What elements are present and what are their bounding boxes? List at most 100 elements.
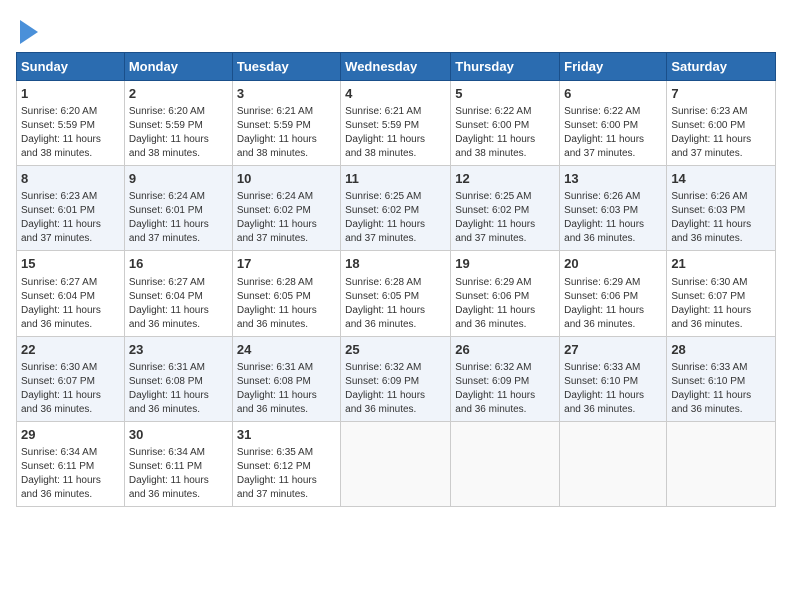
day-number: 16 (129, 255, 228, 273)
day-number: 18 (345, 255, 446, 273)
day-number: 28 (671, 341, 771, 359)
day-info: Sunrise: 6:30 AM Sunset: 6:07 PM Dayligh… (671, 276, 771, 332)
day-number: 5 (455, 85, 555, 103)
calendar-cell: 5Sunrise: 6:22 AM Sunset: 6:00 PM Daylig… (451, 81, 560, 166)
calendar-cell: 29 Sunrise: 6:34 AM Sunset: 6:11 PM Dayli… (17, 421, 125, 506)
calendar-cell: 8 Sunrise: 6:23 AM Sunset: 6:01 PM Daylig… (17, 166, 125, 251)
calendar-cell: 4 Sunrise: 6:21 AM Sunset: 5:59 PM Daylig… (341, 81, 451, 166)
day-number: 29 (21, 426, 120, 444)
day-number: 20 (564, 255, 662, 273)
day-info: Sunrise: 6:22 AM Sunset: 6:00 PM Dayligh… (564, 105, 662, 161)
calendar-week-row: 8 Sunrise: 6:23 AM Sunset: 6:01 PM Daylig… (17, 166, 776, 251)
calendar-cell: 27Sunrise: 6:33 AM Sunset: 6:10 PM Dayli… (560, 336, 667, 421)
day-info: Sunrise: 6:20 AM Sunset: 5:59 PM Dayligh… (21, 105, 120, 161)
day-info: Sunrise: 6:28 AM Sunset: 6:05 PM Dayligh… (345, 276, 446, 332)
day-info: Sunrise: 6:21 AM Sunset: 5:59 PM Dayligh… (345, 105, 446, 161)
day-number: 13 (564, 170, 662, 188)
day-number: 25 (345, 341, 446, 359)
day-number: 7 (671, 85, 771, 103)
day-header-tuesday: Tuesday (232, 53, 340, 81)
day-number: 9 (129, 170, 228, 188)
day-info: Sunrise: 6:33 AM Sunset: 6:10 PM Dayligh… (671, 361, 771, 417)
day-info: Sunrise: 6:31 AM Sunset: 6:08 PM Dayligh… (129, 361, 228, 417)
calendar-cell: 1Sunrise: 6:20 AM Sunset: 5:59 PM Daylig… (17, 81, 125, 166)
calendar-cell: 18 Sunrise: 6:28 AM Sunset: 6:05 PM Dayli… (341, 251, 451, 336)
day-number: 11 (345, 170, 446, 188)
day-number: 22 (21, 341, 120, 359)
day-info: Sunrise: 6:25 AM Sunset: 6:02 PM Dayligh… (455, 190, 555, 246)
calendar-cell: 9 Sunrise: 6:24 AM Sunset: 6:01 PM Daylig… (124, 166, 232, 251)
day-info: Sunrise: 6:31 AM Sunset: 6:08 PM Dayligh… (237, 361, 336, 417)
day-info: Sunrise: 6:29 AM Sunset: 6:06 PM Dayligh… (564, 276, 662, 332)
page-header (16, 16, 776, 44)
day-info: Sunrise: 6:21 AM Sunset: 5:59 PM Dayligh… (237, 105, 336, 161)
calendar-cell: 25 Sunrise: 6:32 AM Sunset: 6:09 PM Dayli… (341, 336, 451, 421)
calendar-cell: 26 Sunrise: 6:32 AM Sunset: 6:09 PM Dayli… (451, 336, 560, 421)
calendar-cell: 12 Sunrise: 6:25 AM Sunset: 6:02 PM Dayli… (451, 166, 560, 251)
day-info: Sunrise: 6:23 AM Sunset: 6:00 PM Dayligh… (671, 105, 771, 161)
day-info: Sunrise: 6:30 AM Sunset: 6:07 PM Dayligh… (21, 361, 120, 417)
day-info: Sunrise: 6:29 AM Sunset: 6:06 PM Dayligh… (455, 276, 555, 332)
calendar-cell (341, 421, 451, 506)
calendar-cell: 19 Sunrise: 6:29 AM Sunset: 6:06 PM Dayli… (451, 251, 560, 336)
calendar-cell: 3 Sunrise: 6:21 AM Sunset: 5:59 PM Daylig… (232, 81, 340, 166)
day-number: 2 (129, 85, 228, 103)
day-number: 23 (129, 341, 228, 359)
day-info: Sunrise: 6:20 AM Sunset: 5:59 PM Dayligh… (129, 105, 228, 161)
calendar-cell (451, 421, 560, 506)
day-header-saturday: Saturday (667, 53, 776, 81)
day-info: Sunrise: 6:24 AM Sunset: 6:02 PM Dayligh… (237, 190, 336, 246)
day-number: 4 (345, 85, 446, 103)
logo (16, 16, 38, 44)
day-info: Sunrise: 6:23 AM Sunset: 6:01 PM Dayligh… (21, 190, 120, 246)
day-number: 30 (129, 426, 228, 444)
calendar-cell: 31Sunrise: 6:35 AM Sunset: 6:12 PM Dayli… (232, 421, 340, 506)
day-info: Sunrise: 6:34 AM Sunset: 6:11 PM Dayligh… (129, 446, 228, 502)
day-info: Sunrise: 6:27 AM Sunset: 6:04 PM Dayligh… (129, 276, 228, 332)
calendar-cell: 2 Sunrise: 6:20 AM Sunset: 5:59 PM Daylig… (124, 81, 232, 166)
day-info: Sunrise: 6:32 AM Sunset: 6:09 PM Dayligh… (345, 361, 446, 417)
day-number: 15 (21, 255, 120, 273)
day-number: 10 (237, 170, 336, 188)
day-number: 8 (21, 170, 120, 188)
day-number: 24 (237, 341, 336, 359)
day-number: 12 (455, 170, 555, 188)
calendar-cell: 6 Sunrise: 6:22 AM Sunset: 6:00 PM Daylig… (560, 81, 667, 166)
day-number: 27 (564, 341, 662, 359)
day-number: 6 (564, 85, 662, 103)
calendar-week-row: 29 Sunrise: 6:34 AM Sunset: 6:11 PM Dayli… (17, 421, 776, 506)
day-info: Sunrise: 6:32 AM Sunset: 6:09 PM Dayligh… (455, 361, 555, 417)
day-number: 19 (455, 255, 555, 273)
day-info: Sunrise: 6:24 AM Sunset: 6:01 PM Dayligh… (129, 190, 228, 246)
calendar-week-row: 15 Sunrise: 6:27 AM Sunset: 6:04 PM Dayli… (17, 251, 776, 336)
calendar-cell: 7 Sunrise: 6:23 AM Sunset: 6:00 PM Daylig… (667, 81, 776, 166)
calendar-cell (667, 421, 776, 506)
day-header-thursday: Thursday (451, 53, 560, 81)
calendar-table: SundayMondayTuesdayWednesdayThursdayFrid… (16, 52, 776, 507)
logo-arrow-icon (20, 20, 38, 44)
day-number: 3 (237, 85, 336, 103)
day-header-monday: Monday (124, 53, 232, 81)
calendar-cell: 15Sunrise: 6:27 AM Sunset: 6:04 PM Dayli… (17, 251, 125, 336)
day-number: 14 (671, 170, 771, 188)
calendar-week-row: 1Sunrise: 6:20 AM Sunset: 5:59 PM Daylig… (17, 81, 776, 166)
day-info: Sunrise: 6:28 AM Sunset: 6:05 PM Dayligh… (237, 276, 336, 332)
calendar-cell: 13Sunrise: 6:26 AM Sunset: 6:03 PM Dayli… (560, 166, 667, 251)
calendar-cell: 22 Sunrise: 6:30 AM Sunset: 6:07 PM Dayli… (17, 336, 125, 421)
day-info: Sunrise: 6:26 AM Sunset: 6:03 PM Dayligh… (671, 190, 771, 246)
day-number: 21 (671, 255, 771, 273)
calendar-cell (560, 421, 667, 506)
calendar-cell: 21 Sunrise: 6:30 AM Sunset: 6:07 PM Dayli… (667, 251, 776, 336)
calendar-cell: 30 Sunrise: 6:34 AM Sunset: 6:11 PM Dayli… (124, 421, 232, 506)
calendar-cell: 24 Sunrise: 6:31 AM Sunset: 6:08 PM Dayli… (232, 336, 340, 421)
calendar-cell: 14 Sunrise: 6:26 AM Sunset: 6:03 PM Dayli… (667, 166, 776, 251)
day-header-wednesday: Wednesday (341, 53, 451, 81)
day-header-friday: Friday (560, 53, 667, 81)
calendar-header-row: SundayMondayTuesdayWednesdayThursdayFrid… (17, 53, 776, 81)
day-number: 26 (455, 341, 555, 359)
calendar-cell: 10 Sunrise: 6:24 AM Sunset: 6:02 PM Dayli… (232, 166, 340, 251)
calendar-cell: 17Sunrise: 6:28 AM Sunset: 6:05 PM Dayli… (232, 251, 340, 336)
day-info: Sunrise: 6:34 AM Sunset: 6:11 PM Dayligh… (21, 446, 120, 502)
calendar-cell: 28 Sunrise: 6:33 AM Sunset: 6:10 PM Dayli… (667, 336, 776, 421)
calendar-week-row: 22 Sunrise: 6:30 AM Sunset: 6:07 PM Dayli… (17, 336, 776, 421)
